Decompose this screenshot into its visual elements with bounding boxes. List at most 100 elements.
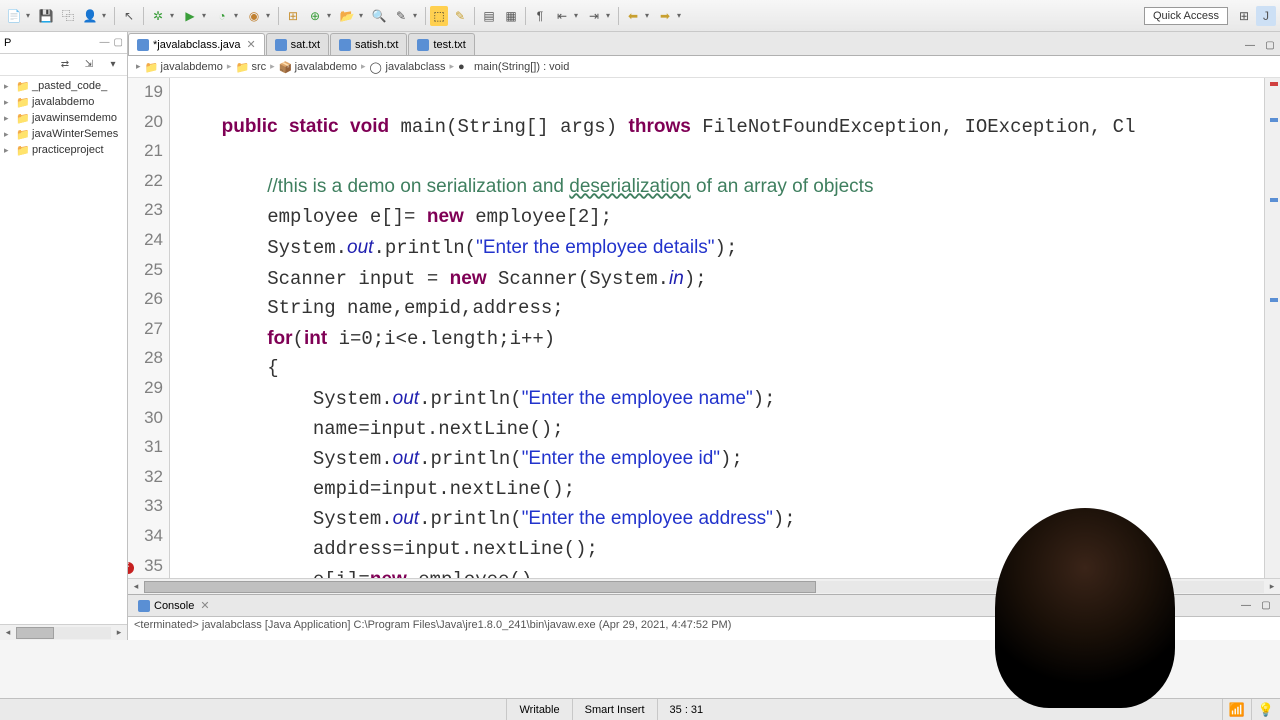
forward-icon[interactable]: ➡ xyxy=(655,6,675,26)
status-cursor-pos: 35 : 31 xyxy=(657,699,716,720)
dropdown-icon[interactable]: ▾ xyxy=(234,11,242,20)
nav-prev-icon[interactable]: ⇤ xyxy=(552,6,572,26)
minimize-editor-icon[interactable]: — xyxy=(1240,35,1260,55)
collapse-all-icon[interactable]: ⇄ xyxy=(55,55,75,75)
dropdown-icon[interactable]: ▾ xyxy=(574,11,582,20)
editor-tabs: *javalabclass.java ✕ sat.txt satish.txt test… xyxy=(128,32,1280,56)
editor-tab[interactable]: test.txt xyxy=(408,33,474,55)
project-item[interactable]: ▸📁javawinsemdemo xyxy=(0,110,127,126)
bc-item-icon: 📁 xyxy=(145,61,157,73)
view-menu-icon[interactable]: ▾ xyxy=(103,55,123,75)
editor-tab[interactable]: sat.txt xyxy=(266,33,329,55)
run-ext-icon[interactable]: ◉ xyxy=(244,6,264,26)
new-class-icon[interactable]: ⊕ xyxy=(305,6,325,26)
overview-ruler[interactable] xyxy=(1264,78,1280,578)
breadcrumb[interactable]: ▸ 📁javalabdemo▸📁src▸📦javalabdemo▸◯javala… xyxy=(128,56,1280,78)
close-icon[interactable]: ✕ xyxy=(200,599,209,612)
file-icon xyxy=(417,39,429,51)
file-icon xyxy=(275,39,287,51)
project-item[interactable]: ▸📁practiceproject xyxy=(0,142,127,158)
avatar-icon[interactable]: 👤 xyxy=(80,6,100,26)
project-item[interactable]: ▸📁javaWinterSemes xyxy=(0,126,127,142)
save-all-icon[interactable]: ⿻ xyxy=(58,6,78,26)
dropdown-icon[interactable]: ▾ xyxy=(677,11,685,20)
dropdown-icon[interactable]: ▾ xyxy=(327,11,335,20)
dropdown-icon[interactable]: ▾ xyxy=(202,11,210,20)
dropdown-icon[interactable]: ▾ xyxy=(606,11,614,20)
project-item[interactable]: ▸📁_pasted_code_ xyxy=(0,78,127,94)
nav-next-icon[interactable]: ⇥ xyxy=(584,6,604,26)
file-icon xyxy=(137,39,149,51)
maximize-editor-icon[interactable]: ▢ xyxy=(1260,35,1280,55)
console-tab[interactable]: Console ✕ xyxy=(132,599,216,612)
console-tab-label: Console xyxy=(154,600,194,612)
dropdown-icon[interactable]: ▾ xyxy=(170,11,178,20)
error-marker-icon[interactable] xyxy=(128,562,134,574)
dropdown-icon[interactable]: ▾ xyxy=(26,11,34,20)
chevron-right-icon: ▸ xyxy=(449,61,454,72)
tip-icon[interactable]: 💡 xyxy=(1258,702,1274,718)
scroll-left-icon[interactable]: ◂ xyxy=(128,581,144,592)
chevron-right-icon: ▸ xyxy=(361,61,366,72)
pilcrow-icon[interactable]: ¶ xyxy=(530,6,550,26)
webcam-overlay xyxy=(995,508,1175,708)
scroll-right-icon[interactable]: ▸ xyxy=(1264,581,1280,592)
run-icon[interactable]: ▶ xyxy=(180,6,200,26)
back-icon[interactable]: ⬅ xyxy=(623,6,643,26)
tab-label: *javalabclass.java xyxy=(153,39,240,51)
bc-item-icon: ● xyxy=(458,61,470,73)
editor-tab[interactable]: *javalabclass.java ✕ xyxy=(128,33,265,55)
bc-item-icon: 📦 xyxy=(279,61,291,73)
tab-label: test.txt xyxy=(433,39,465,51)
maximize-icon[interactable]: ▢ xyxy=(114,37,123,48)
hscroll-track[interactable] xyxy=(16,627,111,639)
line-gutter[interactable]: 1920212223242526272829303132333435 xyxy=(128,78,170,578)
console-icon xyxy=(138,600,150,612)
tab-label: sat.txt xyxy=(291,39,320,51)
breadcrumb-item[interactable]: main(String[]) : void xyxy=(474,61,569,73)
bc-home-icon[interactable]: ▸ xyxy=(136,61,141,72)
close-icon[interactable]: ✕ xyxy=(246,38,255,51)
new-icon[interactable]: 📄 xyxy=(4,6,24,26)
code-editor[interactable]: public static void main(String[] args) t… xyxy=(170,78,1264,578)
toggle-mark-icon[interactable]: ⬚ xyxy=(430,6,448,26)
scroll-left-icon[interactable]: ◂ xyxy=(0,627,16,638)
link-editor-icon[interactable]: ⇲ xyxy=(79,55,99,75)
java-perspective-icon[interactable]: J xyxy=(1256,6,1276,26)
dropdown-icon[interactable]: ▾ xyxy=(413,11,421,20)
coverage-icon[interactable]: ◔ xyxy=(212,6,232,26)
minimize-console-icon[interactable]: — xyxy=(1236,596,1256,616)
breadcrumb-item[interactable]: javalabdemo xyxy=(295,61,357,73)
dropdown-icon[interactable]: ▾ xyxy=(266,11,274,20)
file-icon xyxy=(339,39,351,51)
project-explorer: P — ▢ ⇄ ⇲ ▾ ▸📁_pasted_code_▸📁javalabdemo… xyxy=(0,32,128,640)
search-icon[interactable]: 🔍 xyxy=(369,6,389,26)
project-item[interactable]: ▸📁javalabdemo xyxy=(0,94,127,110)
minimize-icon[interactable]: — xyxy=(100,37,110,48)
editor-tab[interactable]: satish.txt xyxy=(330,33,407,55)
quick-access-box[interactable]: Quick Access xyxy=(1144,7,1228,25)
show-ws-icon[interactable]: ▦ xyxy=(501,6,521,26)
pointer-icon[interactable]: ↖ xyxy=(119,6,139,26)
save-icon[interactable]: 💾 xyxy=(36,6,56,26)
breadcrumb-item[interactable]: src xyxy=(251,61,266,73)
feed-icon[interactable]: 📶 xyxy=(1229,702,1245,718)
block-sel-icon[interactable]: ▤ xyxy=(479,6,499,26)
debug-icon[interactable]: ✲ xyxy=(148,6,168,26)
status-writable: Writable xyxy=(506,699,571,720)
scroll-right-icon[interactable]: ▸ xyxy=(111,627,127,638)
main-toolbar: 📄▾ 💾 ⿻ 👤▾ ↖ ✲▾ ▶▾ ◔▾ ◉▾ ⊞ ⊕▾ 📂▾ 🔍 ✎▾ ⬚ ✎… xyxy=(0,0,1280,32)
bc-item-icon: ◯ xyxy=(370,61,382,73)
dropdown-icon[interactable]: ▾ xyxy=(645,11,653,20)
maximize-console-icon[interactable]: ▢ xyxy=(1256,596,1276,616)
open-perspective-icon[interactable]: ⊞ xyxy=(1234,6,1254,26)
new-package-icon[interactable]: ⊞ xyxy=(283,6,303,26)
chevron-right-icon: ▸ xyxy=(227,61,232,72)
breadcrumb-item[interactable]: javalabclass xyxy=(386,61,446,73)
dropdown-icon[interactable]: ▾ xyxy=(102,11,110,20)
open-type-icon[interactable]: 📂 xyxy=(337,6,357,26)
wand-icon[interactable]: ✎ xyxy=(391,6,411,26)
highlight-icon[interactable]: ✎ xyxy=(450,6,470,26)
dropdown-icon[interactable]: ▾ xyxy=(359,11,367,20)
breadcrumb-item[interactable]: javalabdemo xyxy=(161,61,223,73)
